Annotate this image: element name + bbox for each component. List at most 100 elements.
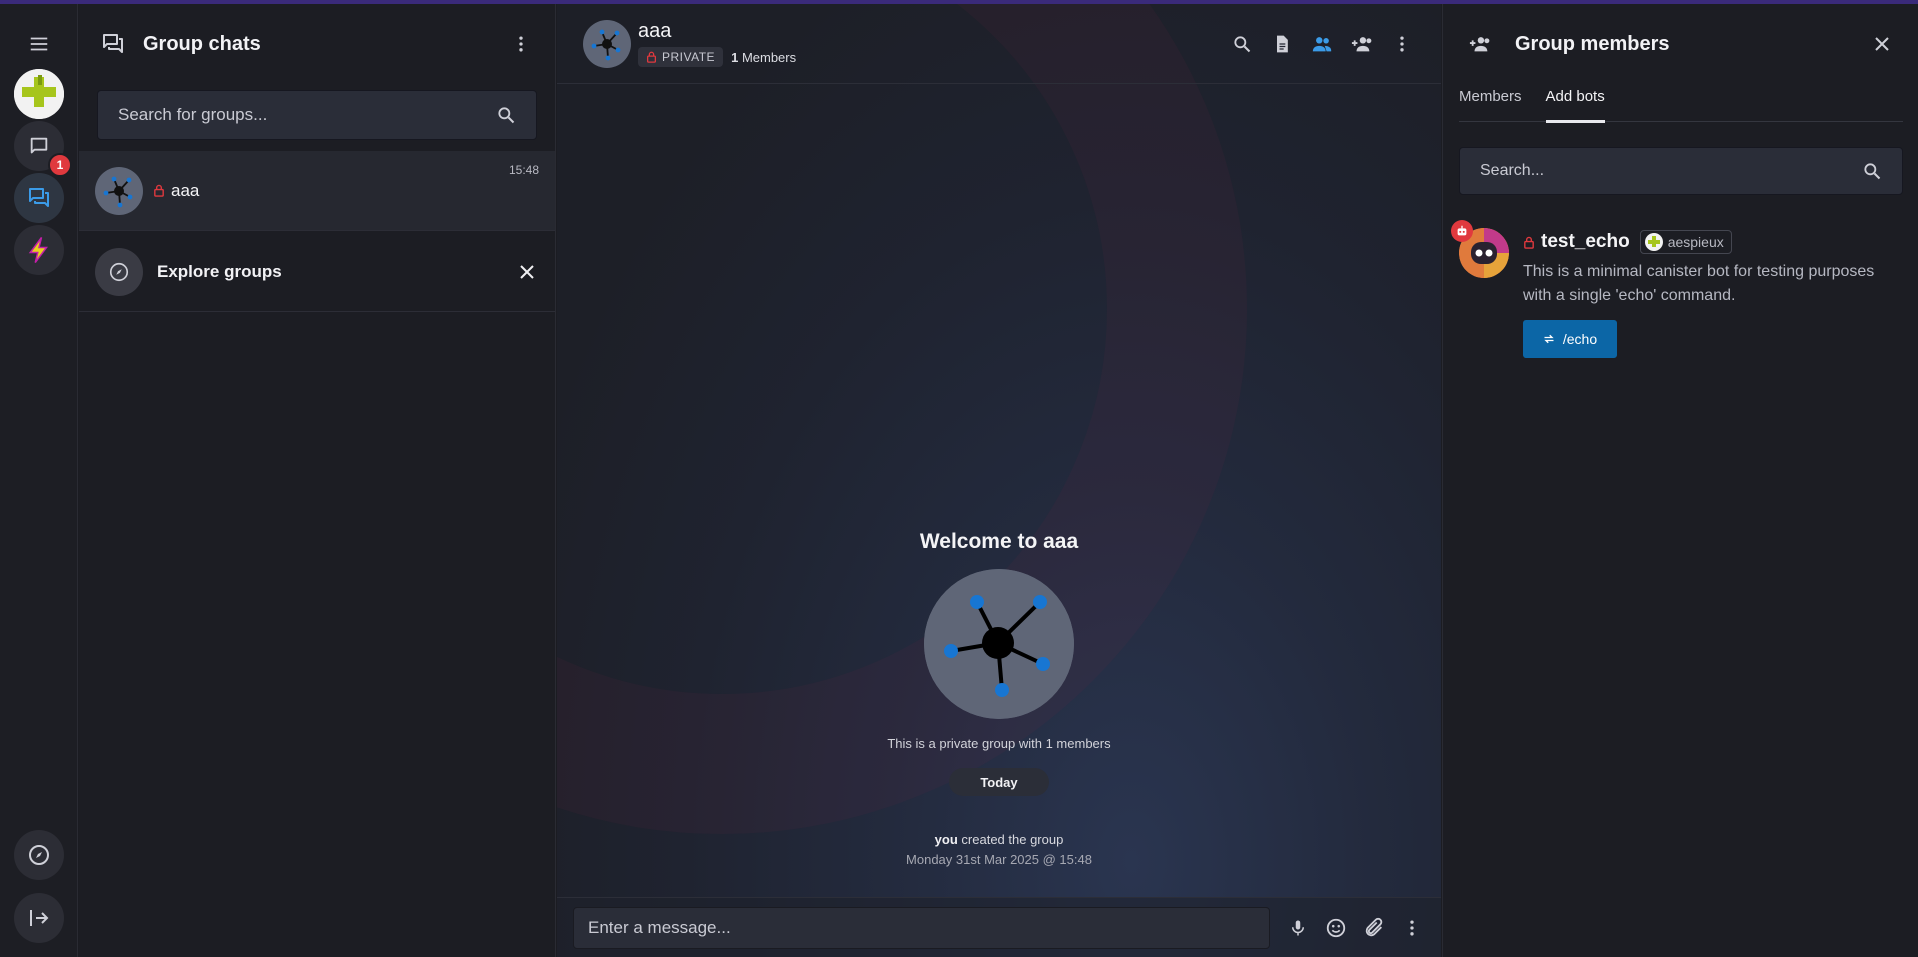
lock-icon [1524, 236, 1534, 249]
event-timestamp: Monday 31st Mar 2025 @ 15:48 [906, 852, 1092, 867]
group-chats-button[interactable] [14, 173, 64, 223]
composer-more-button[interactable] [1399, 915, 1425, 941]
direct-chats-button[interactable]: 1 [14, 121, 72, 177]
tab-add-bots[interactable]: Add bots [1545, 84, 1605, 123]
lock-icon [154, 184, 164, 197]
chat-more-button[interactable] [1389, 31, 1415, 57]
explore-groups-label: Explore groups [157, 261, 282, 281]
search-icon[interactable] [1862, 161, 1882, 181]
bot-command-button[interactable]: /echo [1523, 320, 1617, 358]
bot-description: This is a minimal canister bot for testi… [1523, 263, 1875, 304]
members-panel-title: Group members [1515, 32, 1670, 55]
left-rail: 1 [0, 4, 78, 957]
chat-name-label: aaa [171, 180, 200, 200]
group-chats-icon [29, 188, 49, 207]
bot-name-row: test_echo aespieux [1523, 230, 1732, 254]
bot-command-label: /echo [1562, 331, 1598, 347]
attach-button[interactable] [1361, 915, 1387, 941]
message-composer [557, 897, 1441, 957]
search-icon [1234, 35, 1251, 52]
voice-message-button[interactable] [1285, 915, 1311, 941]
unread-badge: 1 [48, 153, 72, 177]
add-person-icon [1351, 36, 1372, 51]
message-input[interactable] [588, 917, 1255, 938]
group-search-input[interactable] [118, 105, 496, 125]
lightning-icon [28, 237, 48, 263]
chat-name: aaa [153, 181, 199, 201]
chat-title: aaa [638, 20, 672, 42]
bot-search-box [1459, 147, 1903, 195]
group-search-box [97, 90, 537, 140]
member-count-label: Members [741, 49, 797, 65]
paperclip-icon [1365, 917, 1383, 936]
more-vertical-icon [1410, 920, 1414, 935]
chat-list-item[interactable]: aaa 15:48 [79, 151, 555, 231]
bot-owner-chip[interactable]: aespieux [1639, 230, 1732, 254]
message-input-wrapper [573, 906, 1270, 949]
group-members-panel: Group members Members Add bots test_echo [1442, 4, 1918, 957]
compass-icon [29, 845, 49, 865]
composer-tools [1285, 915, 1425, 941]
dismiss-explore-button[interactable] [515, 260, 539, 284]
chat-bubble-icon [30, 137, 48, 154]
chat-time: 15:48 [508, 163, 539, 177]
more-vertical-icon [519, 36, 523, 52]
group-created-event: you created the group [557, 832, 1441, 847]
members-tabs: Members Add bots [1459, 84, 1903, 123]
bot-search-input[interactable] [1480, 162, 1862, 180]
add-person-icon [1469, 37, 1490, 52]
event-text: created the group [961, 832, 1064, 847]
chat-header-info: aaa PRIVATE 1 Members [638, 20, 796, 67]
community-button[interactable] [14, 225, 64, 275]
group-list-title: Group chats [143, 32, 261, 55]
members-button[interactable] [1309, 31, 1335, 57]
owner-avatar [1644, 233, 1663, 251]
avatar [14, 69, 64, 119]
group-avatar[interactable] [583, 19, 631, 68]
robot-icon [1451, 220, 1473, 242]
close-icon [1875, 37, 1889, 51]
group-list-menu-button[interactable] [509, 32, 533, 56]
search-icon[interactable] [496, 105, 516, 125]
swap-arrows-icon [1544, 334, 1554, 344]
event-actor: you [934, 832, 958, 847]
document-icon [1277, 35, 1288, 52]
member-count-value: 1 [731, 49, 739, 65]
tab-members[interactable]: Members [1459, 84, 1522, 122]
group-chats-icon [103, 34, 123, 53]
lock-icon [647, 51, 656, 63]
close-panel-button[interactable] [1870, 32, 1894, 56]
compass-icon [109, 262, 129, 281]
welcome-subtitle: This is a private group with 1 members [887, 736, 1111, 751]
close-icon [520, 264, 534, 279]
files-button[interactable] [1269, 31, 1295, 57]
group-avatar [95, 166, 143, 215]
explore-nav-button[interactable] [14, 830, 64, 880]
background-decoration [557, 4, 1247, 834]
people-icon [1312, 36, 1332, 51]
privacy-badge: PRIVATE [638, 47, 724, 67]
add-members-button[interactable] [1349, 31, 1375, 57]
privacy-label: PRIVATE [662, 50, 716, 64]
menu-icon [30, 37, 48, 51]
date-divider: Today [949, 768, 1049, 796]
explore-icon-circle [95, 247, 143, 296]
explore-groups-row[interactable]: Explore groups [79, 232, 555, 312]
search-messages-button[interactable] [1229, 31, 1255, 57]
logout-button[interactable] [14, 893, 64, 943]
hamburger-menu-button[interactable] [14, 19, 64, 69]
member-count[interactable]: 1 Members [731, 50, 796, 65]
group-list-header: Group chats [79, 4, 555, 84]
emoji-button[interactable] [1323, 915, 1349, 941]
emoji-icon [1326, 918, 1346, 937]
microphone-icon [1292, 920, 1304, 935]
chat-main-panel: aaa PRIVATE 1 Members Welcome to aaa Thi… [557, 4, 1441, 957]
welcome-title: Welcome to aaa [919, 530, 1079, 553]
chat-header-actions [1229, 31, 1415, 57]
logout-icon [30, 910, 49, 926]
group-list-panel: Group chats aaa 15:48 Explore groups [79, 4, 556, 957]
more-vertical-icon [1400, 36, 1404, 51]
chat-meta: PRIVATE 1 Members [638, 47, 796, 67]
user-avatar-button[interactable] [14, 69, 64, 119]
bot-owner-name: aespieux [1667, 234, 1724, 250]
